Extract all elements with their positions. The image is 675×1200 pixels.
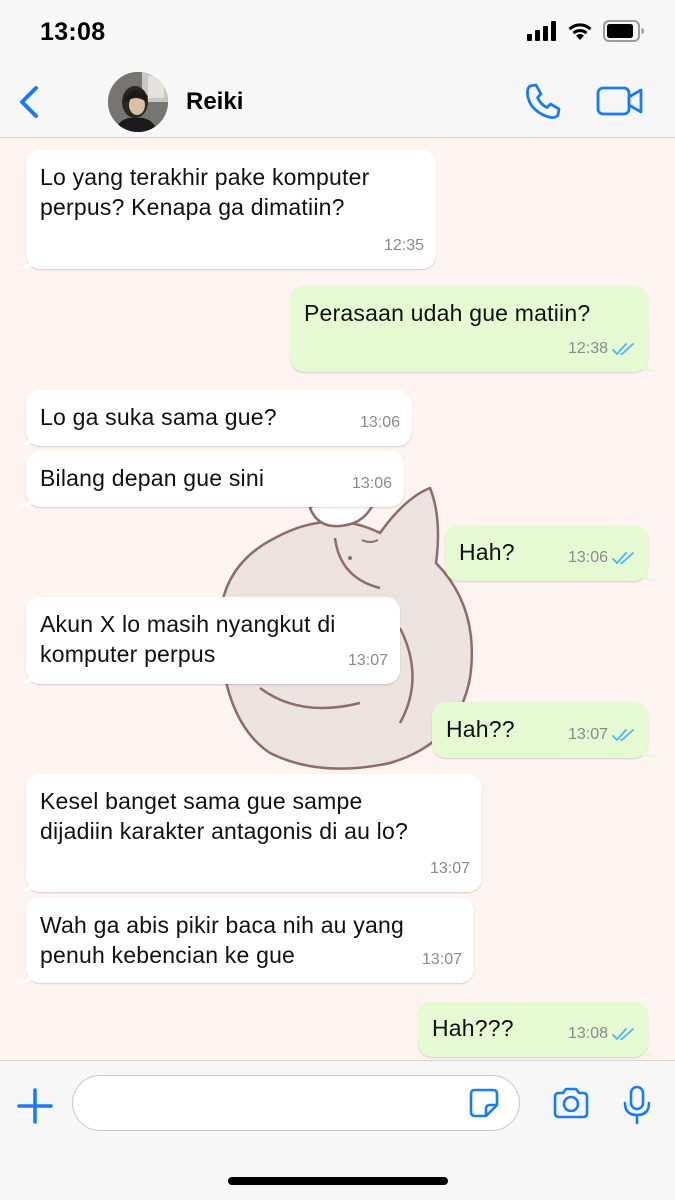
bubble-tail bbox=[17, 491, 37, 507]
bubble-tail bbox=[637, 565, 657, 581]
status-icons bbox=[527, 20, 645, 42]
message-text: Lo ga suka sama gue? bbox=[40, 404, 277, 430]
message-text: Perasaan udah gue matiin? bbox=[304, 300, 591, 326]
double-check-icon bbox=[612, 343, 634, 355]
double-check-icon bbox=[612, 552, 634, 564]
double-check-icon bbox=[612, 1028, 634, 1040]
message-time: 13:08 bbox=[567, 1025, 608, 1042]
message-meta: 13:08 bbox=[568, 1019, 636, 1049]
plus-icon[interactable] bbox=[16, 1087, 54, 1125]
message-text: Kesel banget sama gue sampe dijadiin kar… bbox=[40, 788, 408, 844]
message-time: 13:06 bbox=[567, 549, 608, 566]
message-time: 12:38 bbox=[567, 340, 608, 357]
incoming-message[interactable]: Bilang depan gue sini 13:06 bbox=[17, 451, 404, 507]
message-meta: 13:06 bbox=[360, 408, 400, 438]
status-bar: 13:08 bbox=[0, 0, 675, 66]
message-time: 12:35 bbox=[383, 237, 424, 254]
message-time: 13:07 bbox=[347, 652, 388, 669]
message-meta: 13:07 bbox=[568, 720, 636, 750]
message-text: Akun X lo masih nyangkut di komputer per… bbox=[40, 611, 336, 667]
bubble-tail bbox=[17, 668, 37, 684]
wifi-icon bbox=[568, 23, 592, 40]
phone-icon[interactable] bbox=[522, 80, 564, 122]
battery-icon bbox=[603, 20, 644, 42]
message-meta: 13:07 bbox=[430, 854, 470, 884]
message-meta: 13:06 bbox=[568, 543, 636, 573]
outgoing-message[interactable]: Hah?? 13:07 bbox=[432, 702, 657, 758]
incoming-message[interactable]: Kesel banget sama gue sampe dijadiin kar… bbox=[17, 774, 482, 892]
message-text: Wah ga abis pikir baca nih au yang penuh… bbox=[40, 912, 404, 968]
message-meta: 13:07 bbox=[422, 945, 462, 975]
message-time: 13:07 bbox=[421, 951, 462, 968]
bubble-tail bbox=[17, 967, 37, 983]
outgoing-message[interactable]: Hah? 13:06 bbox=[445, 525, 657, 581]
message-time: 13:06 bbox=[351, 475, 392, 492]
back-chevron-icon[interactable] bbox=[12, 80, 52, 124]
chat-header: Reiki bbox=[0, 66, 675, 138]
message-time: 13:06 bbox=[359, 414, 400, 431]
incoming-message[interactable]: Akun X lo masih nyangkut di komputer per… bbox=[17, 597, 400, 684]
message-meta: 13:06 bbox=[352, 469, 392, 499]
incoming-message[interactable]: Lo ga suka sama gue? 13:06 bbox=[17, 390, 412, 446]
message-input[interactable] bbox=[72, 1075, 520, 1131]
message-meta: 13:07 bbox=[348, 646, 388, 676]
status-time: 13:08 bbox=[40, 18, 106, 46]
bubble-tail bbox=[17, 253, 37, 269]
double-check-icon bbox=[612, 729, 634, 741]
bubble-tail bbox=[17, 876, 37, 892]
message-time: 13:07 bbox=[429, 860, 470, 877]
incoming-message[interactable]: Wah ga abis pikir baca nih au yang penuh… bbox=[17, 898, 474, 983]
microphone-icon[interactable] bbox=[622, 1085, 652, 1125]
cellular-signal-icon bbox=[527, 21, 556, 41]
chat-area[interactable]: Lo yang terakhir pake komputer perpus? K… bbox=[0, 138, 675, 1060]
incoming-message[interactable]: Lo yang terakhir pake komputer perpus? K… bbox=[17, 150, 436, 269]
outgoing-message[interactable]: Hah??? 13:08 bbox=[418, 1001, 657, 1057]
contact-name[interactable]: Reiki bbox=[186, 88, 243, 116]
message-time: 13:07 bbox=[567, 726, 608, 743]
composer-bar bbox=[0, 1060, 675, 1200]
message-text: Bilang depan gue sini bbox=[40, 465, 265, 491]
bubble-tail bbox=[637, 742, 657, 758]
message-meta: 12:35 bbox=[384, 231, 424, 261]
message-text: Lo yang terakhir pake komputer perpus? K… bbox=[40, 164, 370, 220]
video-camera-icon[interactable] bbox=[596, 84, 644, 118]
message-meta: 12:38 bbox=[568, 334, 636, 364]
avatar[interactable] bbox=[108, 72, 168, 132]
bubble-tail bbox=[637, 1041, 657, 1057]
sticker-icon[interactable] bbox=[468, 1087, 500, 1119]
camera-icon[interactable] bbox=[552, 1087, 590, 1119]
outgoing-message[interactable]: Perasaan udah gue matiin? 12:38 bbox=[290, 286, 657, 372]
bubble-tail bbox=[17, 430, 37, 446]
bubble-tail bbox=[637, 356, 657, 372]
home-indicator bbox=[228, 1177, 448, 1185]
